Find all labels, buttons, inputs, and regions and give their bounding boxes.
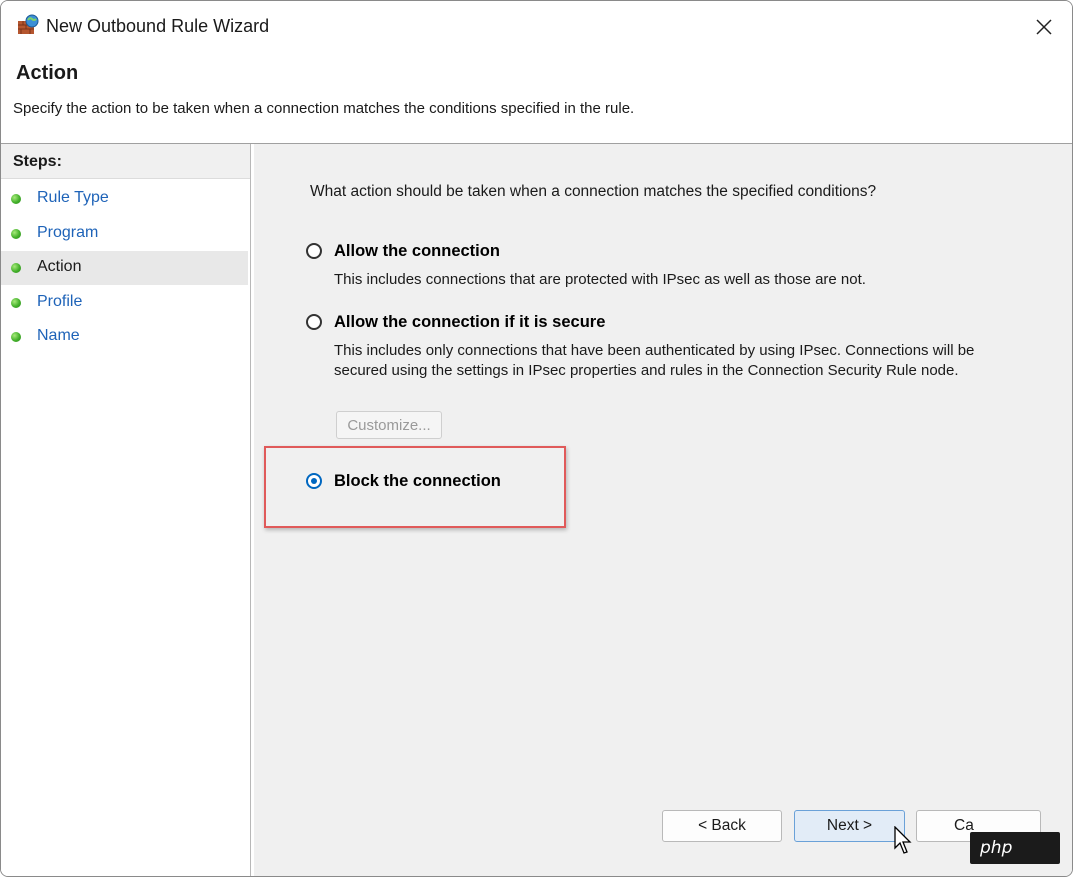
page-title: Action: [16, 62, 79, 84]
step-status-icon: [11, 332, 21, 342]
allow-connection-radio[interactable]: [306, 243, 322, 259]
back-button[interactable]: < Back: [662, 810, 782, 842]
allow-if-secure-radio[interactable]: [306, 314, 322, 330]
wizard-header: Action Specify the action to be taken wh…: [1, 53, 1072, 143]
action-question: What action should be taken when a conne…: [310, 183, 877, 200]
allow-if-secure-description: This includes only connections that have…: [334, 342, 975, 379]
step-label[interactable]: Name: [37, 327, 80, 345]
php-watermark-logo: php: [970, 832, 1060, 864]
block-connection-label[interactable]: Block the connection: [334, 472, 501, 491]
close-icon: [1036, 19, 1052, 35]
firewall-icon: [17, 14, 39, 36]
step-label: Action: [37, 258, 82, 275]
mouse-cursor-icon: [894, 825, 914, 861]
content-panel: What action should be taken when a conne…: [254, 144, 1072, 876]
close-button[interactable]: [1026, 11, 1062, 43]
step-label[interactable]: Program: [37, 224, 98, 242]
allow-connection-label[interactable]: Allow the connection: [334, 242, 500, 261]
allow-if-secure-label[interactable]: Allow the connection if it is secure: [334, 313, 605, 332]
step-rule-type[interactable]: Rule Type: [1, 182, 248, 216]
title-bar: New Outbound Rule Wizard: [1, 1, 1072, 53]
step-profile[interactable]: Profile: [1, 286, 248, 320]
allow-connection-description: This includes connections that are prote…: [334, 271, 866, 288]
step-status-icon: [11, 194, 21, 204]
step-status-icon: [11, 298, 21, 308]
next-button[interactable]: Next >: [794, 810, 905, 842]
step-program[interactable]: Program: [1, 217, 248, 251]
customize-button[interactable]: Customize...: [336, 411, 442, 439]
step-status-icon: [11, 263, 21, 273]
block-connection-radio[interactable]: [306, 473, 322, 489]
page-subtitle: Specify the action to be taken when a co…: [13, 100, 635, 117]
steps-heading: Steps:: [13, 153, 62, 170]
step-label[interactable]: Profile: [37, 293, 82, 311]
wizard-window: New Outbound Rule Wizard Action Specify …: [0, 0, 1073, 877]
watermark-text: php: [980, 838, 1013, 858]
steps-panel: Steps: Rule Type Program Action Profile …: [1, 144, 251, 876]
step-status-icon: [11, 229, 21, 239]
window-title: New Outbound Rule Wizard: [46, 16, 270, 36]
step-name[interactable]: Name: [1, 320, 248, 354]
step-action: Action: [1, 251, 248, 285]
step-label[interactable]: Rule Type: [37, 189, 109, 207]
steps-header: Steps:: [1, 144, 250, 179]
